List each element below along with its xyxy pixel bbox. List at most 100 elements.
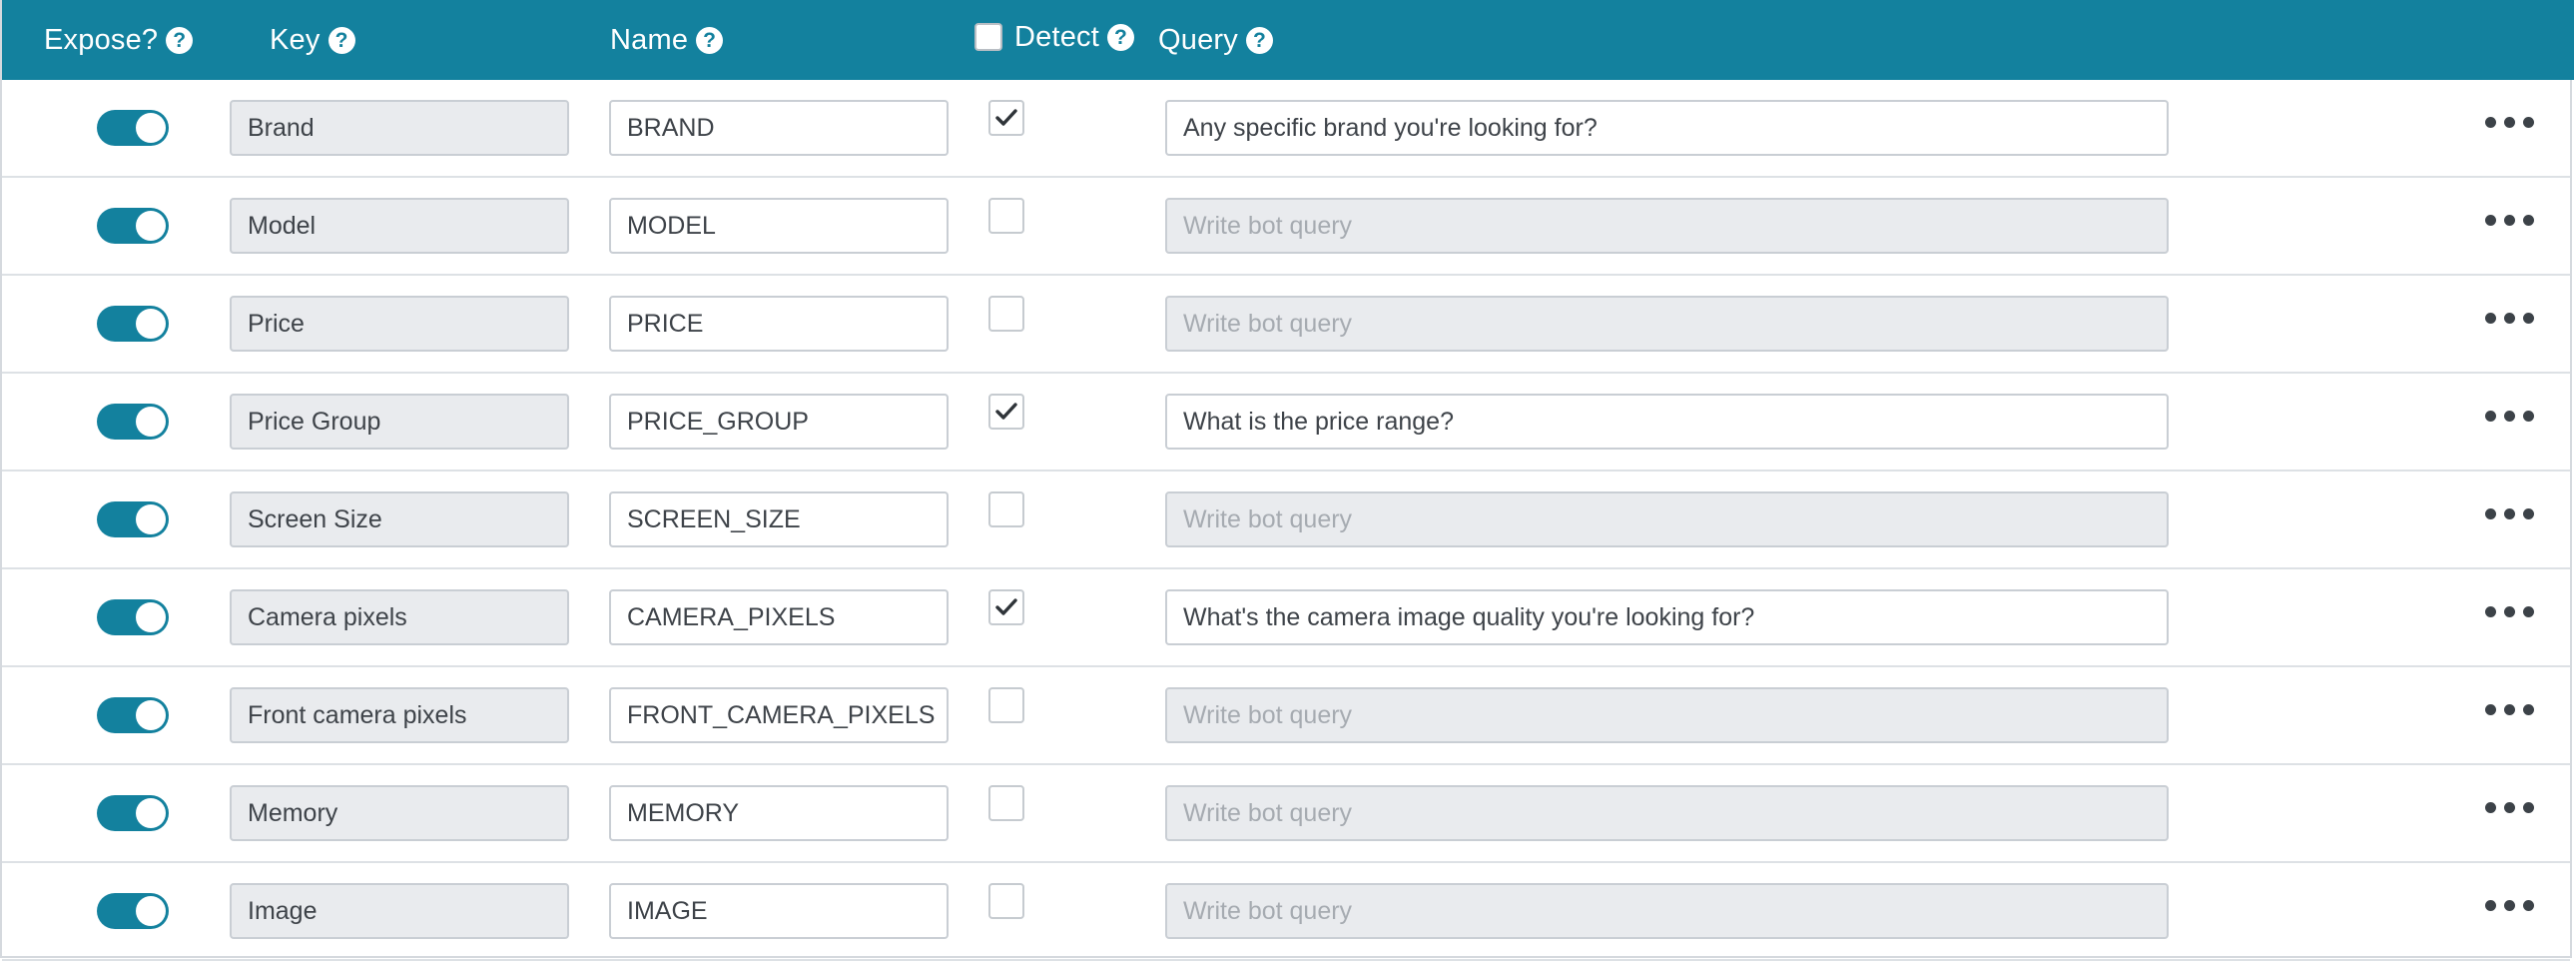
expose-toggle[interactable] — [97, 501, 169, 537]
name-input[interactable]: SCREEN_SIZE — [609, 491, 949, 547]
query-input[interactable]: Write bot query — [1165, 491, 2169, 547]
query-header-label: Query — [1158, 23, 1238, 56]
dot — [2504, 606, 2515, 617]
expose-toggle[interactable] — [97, 208, 169, 244]
dot — [2523, 117, 2534, 128]
dot — [2485, 508, 2496, 519]
dot — [2485, 606, 2496, 617]
ellipsis-horizontal-icon[interactable] — [2485, 308, 2535, 328]
toggle-knob — [136, 602, 166, 632]
detect-select-all-checkbox[interactable] — [974, 23, 1002, 51]
checkmark-icon — [995, 403, 1017, 420]
table-row: Brand BRAND Any specific brand you're look… — [2, 80, 2570, 178]
dot — [2523, 704, 2534, 715]
name-input[interactable]: FRONT_CAMERA_PIXELS — [609, 687, 949, 743]
toggle-knob — [136, 407, 166, 437]
key-field: Memory — [230, 785, 569, 841]
dot — [2485, 900, 2496, 911]
ellipsis-horizontal-icon[interactable] — [2485, 895, 2535, 915]
dot — [2523, 215, 2534, 226]
expose-toggle[interactable] — [97, 404, 169, 440]
expose-toggle[interactable] — [97, 795, 169, 831]
query-input[interactable]: What's the camera image quality you're l… — [1165, 589, 2169, 645]
table-row: Screen Size SCREEN_SIZE Write bot query — [2, 472, 2570, 569]
detect-checkbox[interactable] — [988, 883, 1024, 919]
dot — [2485, 117, 2496, 128]
detect-checkbox[interactable] — [988, 785, 1024, 821]
detect-header-label: Detect — [1014, 20, 1100, 53]
dot — [2504, 704, 2515, 715]
key-field: Price — [230, 296, 569, 352]
query-input[interactable]: Write bot query — [1165, 687, 2169, 743]
toggle-knob — [136, 896, 166, 926]
expose-toggle[interactable] — [97, 599, 169, 635]
question-circle-icon[interactable]: ? — [696, 26, 724, 54]
dot — [2523, 508, 2534, 519]
expose-toggle[interactable] — [97, 110, 169, 146]
name-input[interactable]: CAMERA_PIXELS — [609, 589, 949, 645]
name-input[interactable]: IMAGE — [609, 883, 949, 939]
dot — [2485, 704, 2496, 715]
table-row: Memory MEMORY Write bot query — [2, 765, 2570, 863]
key-header-label: Key — [270, 23, 321, 56]
key-field: Brand — [230, 100, 569, 156]
question-circle-icon[interactable]: ? — [1107, 23, 1135, 51]
key-field: Camera pixels — [230, 589, 569, 645]
dot — [2523, 411, 2534, 422]
dot — [2485, 411, 2496, 422]
dot — [2523, 313, 2534, 324]
dot — [2504, 117, 2515, 128]
key-field: Front camera pixels — [230, 687, 569, 743]
key-field: Screen Size — [230, 491, 569, 547]
ellipsis-horizontal-icon[interactable] — [2485, 699, 2535, 719]
expose-header-label: Expose? — [44, 23, 159, 56]
table-row: Image IMAGE Write bot query — [2, 863, 2570, 961]
detect-checkbox[interactable] — [988, 296, 1024, 332]
expose-toggle[interactable] — [97, 893, 169, 929]
detect-checkbox[interactable] — [988, 198, 1024, 234]
name-column-header: Name ? — [610, 0, 724, 80]
table-header: Expose? ? Key ? Name ? Detect ? Query ? — [2, 0, 2574, 80]
query-input[interactable]: What is the price range? — [1165, 394, 2169, 450]
checkmark-icon — [995, 598, 1017, 615]
ellipsis-horizontal-icon[interactable] — [2485, 797, 2535, 817]
query-input[interactable]: Any specific brand you're looking for? — [1165, 100, 2169, 156]
dot — [2504, 900, 2515, 911]
detect-column-header: Detect ? — [974, 0, 1135, 77]
key-field: Image — [230, 883, 569, 939]
ellipsis-horizontal-icon[interactable] — [2485, 503, 2535, 523]
expose-toggle[interactable] — [97, 306, 169, 342]
toggle-knob — [136, 504, 166, 534]
query-column-header: Query ? — [1158, 0, 1273, 80]
query-input[interactable]: Write bot query — [1165, 785, 2169, 841]
expose-toggle[interactable] — [97, 697, 169, 733]
query-input[interactable]: Write bot query — [1165, 883, 2169, 939]
table-row: Model MODEL Write bot query — [2, 178, 2570, 276]
detect-checkbox[interactable] — [988, 491, 1024, 527]
entity-fields-table: Expose? ? Key ? Name ? Detect ? Query ? … — [0, 0, 2574, 961]
ellipsis-horizontal-icon[interactable] — [2485, 210, 2535, 230]
detect-checkbox[interactable] — [988, 589, 1024, 625]
question-circle-icon[interactable]: ? — [166, 26, 194, 54]
key-field: Price Group — [230, 394, 569, 450]
name-input[interactable]: PRICE — [609, 296, 949, 352]
question-circle-icon[interactable]: ? — [327, 26, 355, 54]
name-input[interactable]: PRICE_GROUP — [609, 394, 949, 450]
ellipsis-horizontal-icon[interactable] — [2485, 406, 2535, 426]
ellipsis-horizontal-icon[interactable] — [2485, 112, 2535, 132]
detect-checkbox[interactable] — [988, 100, 1024, 136]
ellipsis-horizontal-icon[interactable] — [2485, 601, 2535, 621]
dot — [2504, 802, 2515, 813]
name-input[interactable]: MEMORY — [609, 785, 949, 841]
dot — [2485, 215, 2496, 226]
table-row: Price PRICE Write bot query — [2, 276, 2570, 374]
query-input[interactable]: Write bot query — [1165, 296, 2169, 352]
detect-checkbox[interactable] — [988, 394, 1024, 430]
detect-checkbox[interactable] — [988, 687, 1024, 723]
question-circle-icon[interactable]: ? — [1245, 26, 1273, 54]
query-input[interactable]: Write bot query — [1165, 198, 2169, 254]
name-input[interactable]: BRAND — [609, 100, 949, 156]
table-row: Front camera pixels FRONT_CAMERA_PIXELS Wr… — [2, 667, 2570, 765]
name-input[interactable]: MODEL — [609, 198, 949, 254]
table-row: Camera pixels CAMERA_PIXELS What's the cam… — [2, 569, 2570, 667]
